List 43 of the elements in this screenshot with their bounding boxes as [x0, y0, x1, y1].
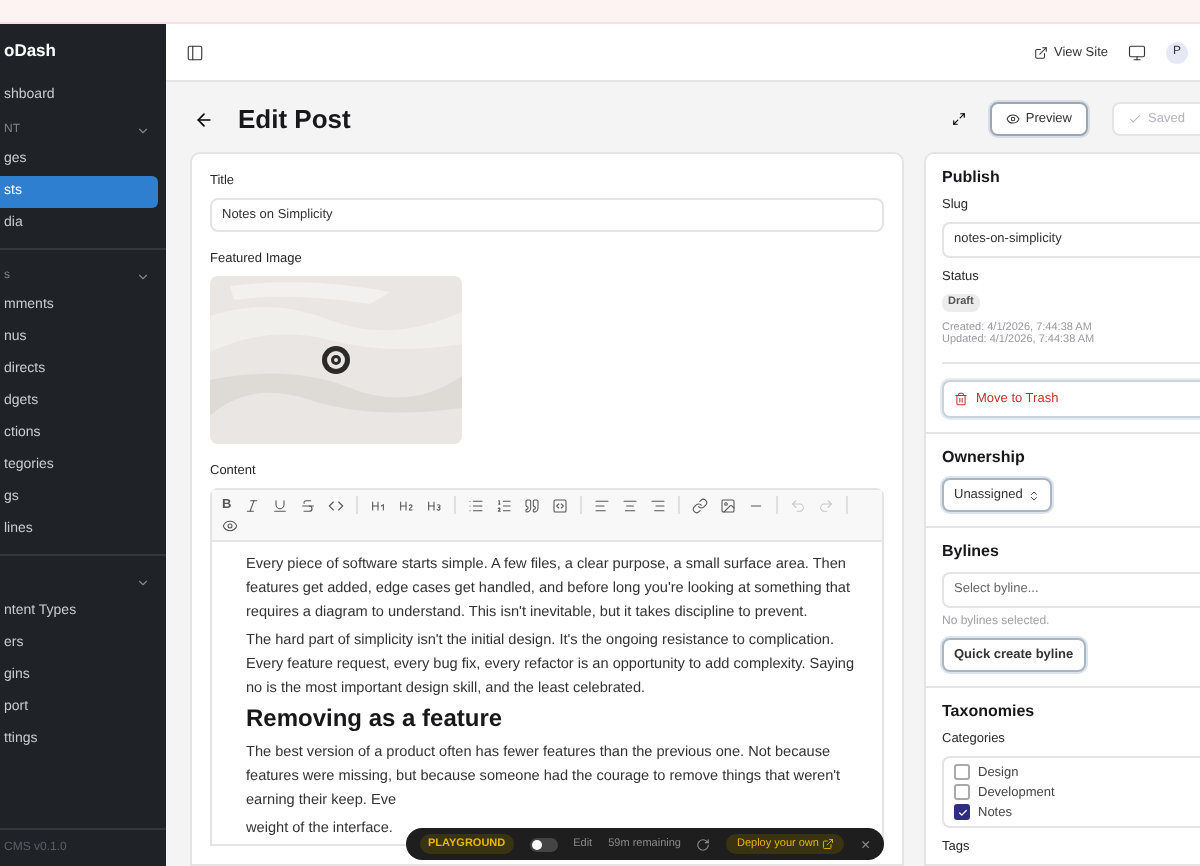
monitor-icon[interactable] [1128, 43, 1146, 61]
content-editor[interactable] [210, 488, 884, 846]
code-icon[interactable] [327, 497, 344, 513]
panel-title: Ownership [942, 448, 1027, 466]
heading-one-icon[interactable] [369, 497, 386, 513]
page-title: Edit Post [238, 104, 351, 134]
back-icon[interactable] [194, 109, 214, 129]
checkbox[interactable] [954, 804, 970, 820]
check-icon [1128, 112, 1142, 126]
edit-toggle[interactable] [529, 837, 558, 851]
panel-title: Bylines [942, 542, 1001, 560]
chevron-icon[interactable] [136, 269, 150, 283]
heading-three-icon[interactable] [425, 497, 442, 513]
strikethrough-icon[interactable] [299, 497, 316, 513]
heading-two-icon[interactable] [397, 497, 414, 513]
align-center-icon[interactable] [621, 497, 638, 513]
panel-title: Taxonomies [942, 702, 1037, 720]
expand-icon[interactable] [951, 112, 966, 126]
trash-icon [954, 392, 968, 406]
code-block-icon[interactable] [551, 497, 568, 513]
refresh-icon[interactable] [696, 837, 711, 851]
app-logo: oDash [2, 38, 58, 64]
eye-icon[interactable] [222, 518, 238, 534]
close-button[interactable]: × [860, 835, 871, 853]
chevron-icon[interactable] [136, 123, 150, 137]
align-left-icon[interactable] [593, 497, 610, 513]
section-heading: Removing as a feature [246, 704, 505, 734]
chevron-icon[interactable] [136, 575, 150, 589]
eye-icon [1005, 112, 1020, 126]
external-link-icon [822, 838, 835, 850]
link-icon[interactable] [691, 497, 708, 513]
external-link-icon [1034, 45, 1049, 59]
sidebar-toggle-icon[interactable] [186, 43, 204, 61]
underline-icon[interactable] [271, 497, 288, 513]
numbered-list-icon[interactable] [495, 497, 512, 513]
italic-icon[interactable] [243, 497, 260, 513]
bullet-list-icon[interactable] [467, 497, 484, 513]
align-right-icon[interactable] [649, 497, 666, 513]
checkbox[interactable] [954, 764, 970, 780]
quote-icon[interactable] [523, 497, 540, 513]
image-icon[interactable] [719, 497, 736, 513]
panel-title: Publish [942, 168, 1002, 186]
checkbox[interactable] [954, 784, 970, 800]
